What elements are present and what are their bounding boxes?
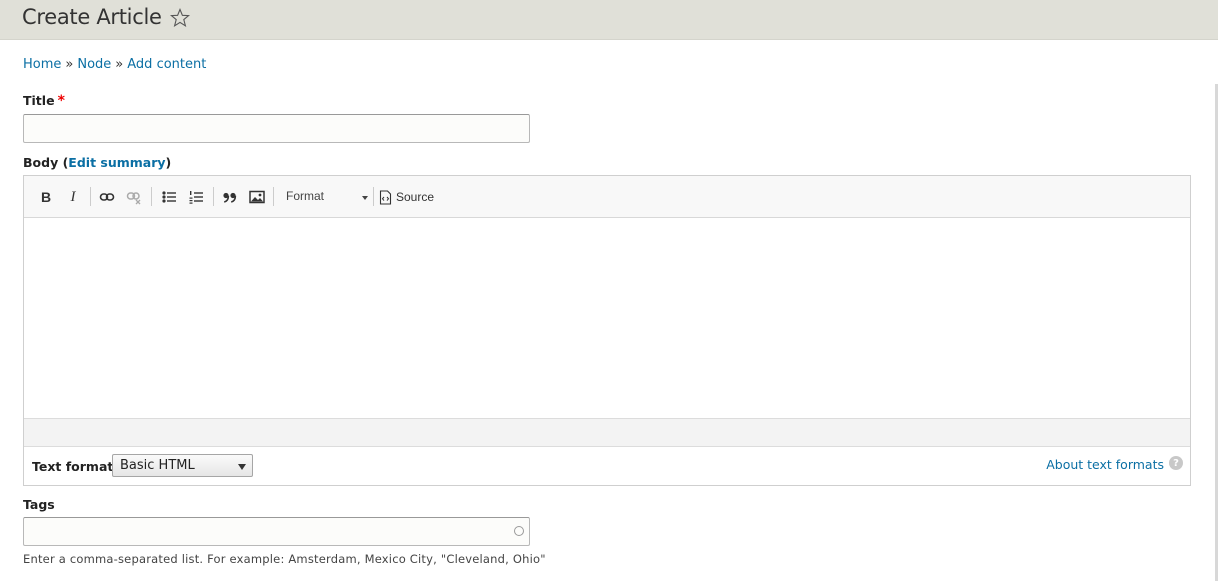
toolbar-separator [90, 187, 91, 206]
breadcrumb-add-content[interactable]: Add content [127, 57, 206, 72]
bulleted-list-icon [162, 191, 176, 203]
autocomplete-throbber-icon [514, 526, 524, 536]
body-content-area[interactable] [24, 218, 1190, 418]
title-label: Title * [23, 93, 65, 109]
breadcrumb: Home» Node» Add content [23, 57, 206, 72]
body-editor: B I Format Source Text format Basic HTML… [23, 175, 1191, 486]
source-icon [379, 189, 392, 205]
breadcrumb-separator: » [115, 57, 124, 72]
body-label-text: Body [23, 155, 59, 170]
page-header: Create Article [0, 0, 1218, 40]
text-format-label: Text format [32, 459, 114, 474]
toolbar-separator [373, 187, 374, 206]
editor-toolbar: B I Format Source [24, 176, 1190, 218]
breadcrumb-home[interactable]: Home [23, 57, 61, 72]
link-icon [99, 193, 115, 201]
toolbar-separator [151, 187, 152, 206]
page-title: Create Article [22, 5, 162, 29]
breadcrumb-separator: » [65, 57, 74, 72]
paren-close: ) [165, 155, 172, 170]
source-label: Source [396, 190, 435, 204]
link-button[interactable] [96, 186, 118, 208]
unlink-button[interactable] [123, 186, 145, 208]
chevron-down-icon [362, 196, 368, 200]
blockquote-button[interactable] [219, 186, 241, 208]
image-button[interactable] [246, 186, 268, 208]
numbered-list-icon [189, 191, 203, 204]
edit-summary-link[interactable]: Edit summary [68, 155, 165, 170]
chevron-down-icon [238, 464, 246, 470]
star-icon[interactable] [169, 8, 191, 28]
toolbar-separator [273, 187, 274, 206]
bold-button[interactable]: B [35, 186, 57, 208]
image-icon [249, 190, 265, 204]
format-dropdown[interactable]: Format [278, 186, 370, 208]
title-label-text: Title [23, 93, 55, 108]
required-marker: * [57, 93, 65, 109]
text-format-selected: Basic HTML [120, 458, 195, 473]
source-button[interactable]: Source [379, 186, 434, 208]
breadcrumb-node[interactable]: Node [77, 57, 111, 72]
tags-label: Tags [23, 497, 55, 512]
blockquote-icon [223, 192, 237, 203]
help-icon[interactable]: ? [1169, 456, 1183, 470]
unlink-icon [126, 192, 141, 205]
numbered-list-button[interactable] [185, 186, 207, 208]
about-text-formats-link[interactable]: About text formats [1046, 457, 1164, 472]
editor-statusbar [24, 418, 1190, 447]
italic-button[interactable]: I [62, 186, 84, 208]
tags-input[interactable] [23, 517, 530, 546]
text-format-select[interactable]: Basic HTML [112, 454, 253, 477]
format-label: Format [286, 189, 325, 203]
title-input[interactable] [23, 114, 530, 143]
body-label: Body (Edit summary) [23, 155, 171, 170]
tags-description: Enter a comma-separated list. For exampl… [23, 552, 546, 566]
toolbar-separator [213, 187, 214, 206]
text-format-row: Text format Basic HTML About text format… [24, 447, 1190, 485]
bulleted-list-button[interactable] [158, 186, 180, 208]
